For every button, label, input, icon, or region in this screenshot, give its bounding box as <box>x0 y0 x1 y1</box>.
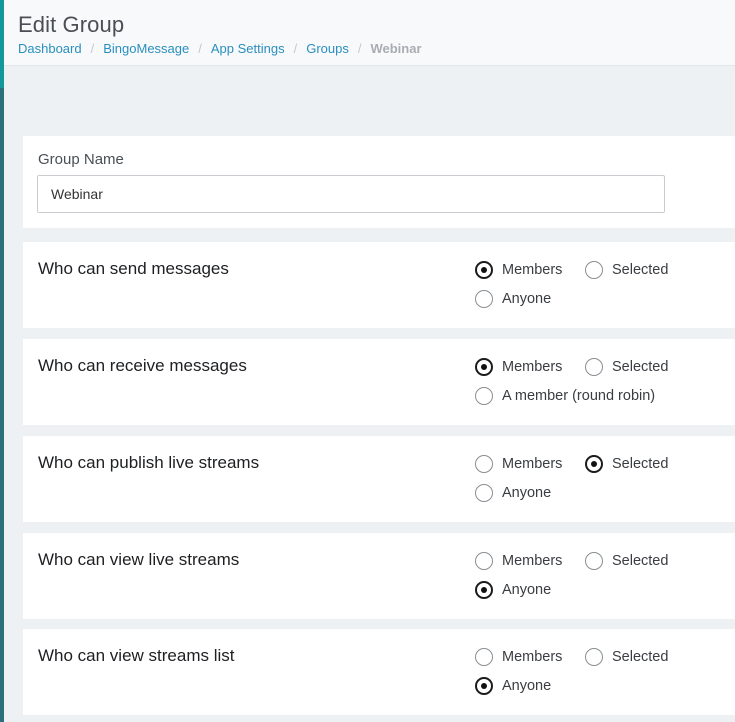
radio-label: Anyone <box>502 678 552 694</box>
radio-icon <box>475 261 493 279</box>
group-name-card: Group Name <box>23 136 735 228</box>
radio-receive-round-robin[interactable]: A member (round robin) <box>475 387 655 405</box>
radio-icon <box>475 455 493 473</box>
page-title: Edit Group <box>18 12 125 37</box>
breadcrumb-separator: / <box>90 41 95 56</box>
radio-publish-selected[interactable]: Selected <box>585 455 668 473</box>
radio-publish-anyone[interactable]: Anyone <box>475 484 551 502</box>
radio-send-members[interactable]: Members <box>475 261 562 279</box>
left-accent-bar-dark <box>0 88 4 722</box>
group-name-label: Group Name <box>38 151 124 168</box>
radio-icon <box>475 484 493 502</box>
breadcrumb: Dashboard / BingoMessage / App Settings … <box>18 41 422 56</box>
group-name-input[interactable] <box>37 175 665 213</box>
radio-label: A member (round robin) <box>502 388 656 404</box>
radio-icon <box>475 648 493 666</box>
radio-label: Members <box>502 649 563 665</box>
radio-label: Anyone <box>502 291 552 307</box>
breadcrumb-groups[interactable]: Groups <box>306 41 349 56</box>
radio-icon <box>475 290 493 308</box>
radio-receive-selected[interactable]: Selected <box>585 358 668 376</box>
setting-view-live-streams: Who can view live streams Members Select… <box>23 533 735 619</box>
setting-receive-messages: Who can receive messages Members Selecte… <box>23 339 735 425</box>
setting-publish-live-streams: Who can publish live streams Members Sel… <box>23 436 735 522</box>
radio-label: Members <box>502 262 563 278</box>
radio-icon <box>585 552 603 570</box>
breadcrumb-dashboard[interactable]: Dashboard <box>18 41 82 56</box>
radio-icon <box>475 677 493 695</box>
radio-label: Members <box>502 553 563 569</box>
radio-view-live-selected[interactable]: Selected <box>585 552 668 570</box>
breadcrumb-app-settings[interactable]: App Settings <box>211 41 285 56</box>
radio-publish-members[interactable]: Members <box>475 455 562 473</box>
radio-icon <box>475 552 493 570</box>
breadcrumb-separator: / <box>293 41 298 56</box>
radio-receive-members[interactable]: Members <box>475 358 562 376</box>
breadcrumb-separator: / <box>357 41 362 56</box>
radio-list-members[interactable]: Members <box>475 648 562 666</box>
radio-icon <box>475 387 493 405</box>
radio-label: Members <box>502 359 563 375</box>
radio-label: Selected <box>612 456 669 472</box>
radio-icon <box>475 358 493 376</box>
breadcrumb-bingomessage[interactable]: BingoMessage <box>103 41 189 56</box>
page-header: Edit Group Dashboard / BingoMessage / Ap… <box>4 0 735 66</box>
radio-icon <box>475 581 493 599</box>
setting-label: Who can send messages <box>38 259 229 278</box>
setting-label: Who can view streams list <box>38 646 235 665</box>
breadcrumb-current: Webinar <box>370 41 422 56</box>
radio-list-selected[interactable]: Selected <box>585 648 668 666</box>
radio-label: Selected <box>612 359 669 375</box>
breadcrumb-separator: / <box>198 41 202 56</box>
left-accent-bar <box>0 0 4 722</box>
radio-label: Members <box>502 456 563 472</box>
radio-label: Anyone <box>502 582 552 598</box>
radio-send-anyone[interactable]: Anyone <box>475 290 551 308</box>
setting-send-messages: Who can send messages Members Selected A… <box>23 242 735 328</box>
setting-label: Who can view live streams <box>38 550 240 569</box>
radio-view-live-anyone[interactable]: Anyone <box>475 581 551 599</box>
setting-label: Who can receive messages <box>38 356 247 375</box>
radio-icon <box>585 455 603 473</box>
setting-view-streams-list: Who can view streams list Members Select… <box>23 629 735 715</box>
setting-label: Who can publish live streams <box>38 453 260 472</box>
radio-list-anyone[interactable]: Anyone <box>475 677 551 695</box>
radio-view-live-members[interactable]: Members <box>475 552 562 570</box>
radio-label: Selected <box>612 262 669 278</box>
radio-icon <box>585 648 603 666</box>
radio-label: Selected <box>612 553 669 569</box>
radio-icon <box>585 358 603 376</box>
radio-label: Selected <box>612 649 669 665</box>
radio-icon <box>585 261 603 279</box>
radio-send-selected[interactable]: Selected <box>585 261 668 279</box>
radio-label: Anyone <box>502 485 552 501</box>
